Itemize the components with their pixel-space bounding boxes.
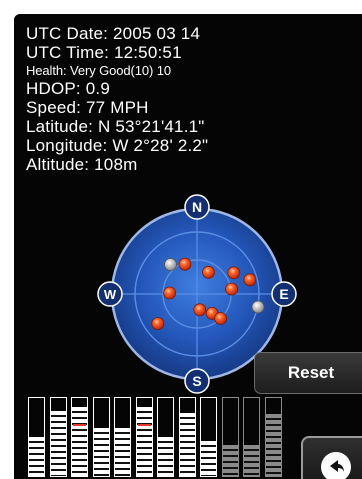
signal-bar-fill (115, 428, 130, 476)
compass-north: N (184, 194, 210, 220)
signal-bar (92, 397, 110, 477)
satellite-dot (214, 312, 227, 325)
signal-bar (28, 397, 45, 477)
utc-date: UTC Date: 2005 03 14 (26, 24, 201, 43)
satellite-dot (178, 257, 192, 271)
signal-bar-fill (72, 407, 87, 476)
speed: Speed: 77 MPH (26, 98, 149, 117)
health: Health: Very Good(10) 10 (26, 63, 172, 78)
satellite-dot (193, 303, 207, 317)
signal-bar (264, 397, 282, 477)
satellite-dot (163, 286, 176, 300)
signal-bar-fill (50, 411, 66, 476)
altitude: Altitude: 108m (26, 155, 138, 174)
latitude: Latitude: N 53°21'41.1" (26, 117, 205, 136)
signal-bar-fill (158, 437, 173, 476)
signal-bar-marker (73, 424, 86, 426)
signal-bar (221, 397, 239, 477)
gps-info-panel: UTC Date: 2005 03 14 UTC Time: 12:50:51 … (26, 24, 208, 174)
satellite-dot (164, 258, 177, 271)
gps-status-screen: UTC Date: 2005 03 14 UTC Time: 12:50:51 … (14, 14, 362, 479)
signal-bar (135, 397, 153, 477)
signal-bar-fill (265, 414, 281, 476)
satellite-dot (225, 282, 239, 296)
compass-east: E (271, 281, 297, 307)
signal-bar (157, 397, 174, 477)
compass-south: S (184, 368, 210, 394)
back-button[interactable] (301, 436, 362, 479)
signal-bar-fill (29, 437, 44, 476)
south-label: S (192, 373, 201, 389)
signal-bar-marker (137, 424, 151, 426)
satellite-dot (251, 300, 265, 314)
signal-bar-fill (222, 445, 238, 476)
signal-bar-fill (136, 407, 152, 476)
satellite-dot (202, 265, 215, 279)
signal-bar (49, 397, 67, 477)
north-label: N (192, 199, 202, 215)
utc-time: UTC Time: 12:50:51 (26, 43, 182, 62)
longitude: Longitude: W 2°28' 2.2" (26, 136, 209, 155)
signal-bar-fill (201, 441, 216, 476)
satellite-dot (227, 266, 241, 280)
west-label: W (104, 287, 117, 302)
east-label: E (279, 286, 288, 302)
satellite-dot (151, 317, 165, 331)
hdop: HDOP: 0.9 (26, 79, 110, 98)
reset-button[interactable]: Reset (254, 352, 362, 394)
compass-west: W (97, 281, 123, 307)
signal-bar (114, 397, 131, 477)
signal-bar (71, 397, 88, 477)
satellite-dot (243, 273, 257, 287)
signal-bar-fill (244, 445, 259, 476)
signal-bar (243, 397, 260, 477)
signal-bar (200, 397, 217, 477)
signal-bar (178, 397, 196, 477)
signal-bar-fill (93, 428, 109, 476)
signal-bar-fill (179, 413, 195, 476)
back-arrow-icon (321, 452, 351, 479)
